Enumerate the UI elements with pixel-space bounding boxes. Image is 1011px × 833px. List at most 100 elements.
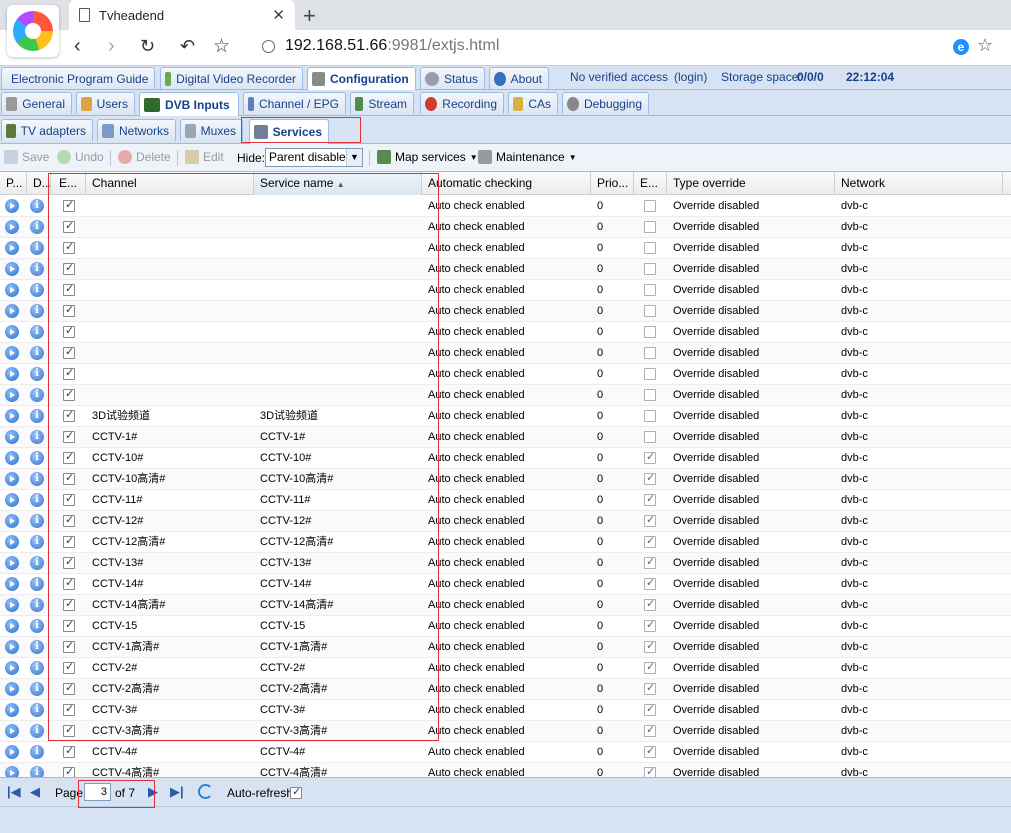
undo-close-icon[interactable]: ↶ — [180, 36, 195, 57]
col-type-override[interactable]: Type override — [667, 172, 835, 195]
enabled-checkbox[interactable] — [63, 408, 75, 422]
table-row[interactable]: i CCTV-15 CCTV-15 Auto check enabled 0 Overri… — [0, 616, 1011, 637]
table-row[interactable]: i CCTV-14高清# CCTV-14高清# Auto check enabled 0… — [0, 595, 1011, 616]
details-info-icon[interactable]: i — [30, 262, 44, 276]
details-info-icon[interactable]: i — [30, 199, 44, 213]
enabled-checkbox[interactable] — [63, 324, 75, 338]
details-info-icon[interactable]: i — [30, 535, 44, 549]
play-icon[interactable] — [5, 283, 19, 297]
col-details[interactable]: D... — [27, 172, 51, 195]
encrypted-checkbox[interactable] — [644, 431, 656, 443]
encrypted-checkbox[interactable] — [644, 660, 656, 674]
play-icon[interactable] — [5, 556, 19, 570]
play-icon[interactable] — [5, 598, 19, 612]
details-info-icon[interactable]: i — [30, 409, 44, 423]
play-icon[interactable] — [5, 745, 19, 759]
table-row[interactable]: i CCTV-14# CCTV-14# Auto check enabled 0 Over… — [0, 574, 1011, 595]
encrypted-checkbox[interactable] — [644, 492, 656, 506]
chevron-down-icon[interactable]: ▼ — [346, 149, 362, 166]
table-row[interactable]: i Auto check enabled 0 Override disabled dvb… — [0, 280, 1011, 301]
enabled-checkbox[interactable] — [63, 366, 75, 380]
encrypted-checkbox[interactable] — [644, 618, 656, 632]
play-icon[interactable] — [5, 472, 19, 486]
tab-recording[interactable]: Recording — [420, 92, 504, 114]
table-row[interactable]: i CCTV-3高清# CCTV-3高清# Auto check enabled 0 Ov… — [0, 721, 1011, 742]
tab-status[interactable]: Status — [420, 67, 485, 89]
col-service-name[interactable]: Service name ▲ — [254, 172, 422, 195]
close-tab-icon[interactable]: ✕ — [272, 6, 285, 24]
enabled-checkbox[interactable] — [63, 639, 75, 653]
encrypted-checkbox[interactable] — [644, 555, 656, 569]
tab-configuration[interactable]: Configuration — [307, 67, 416, 90]
table-row[interactable]: i CCTV-1高清# CCTV-1高清# Auto check enabled 0 Ov… — [0, 637, 1011, 658]
browser-tab[interactable]: Tvheadend ✕ — [69, 0, 295, 30]
details-info-icon[interactable]: i — [30, 556, 44, 570]
enabled-checkbox[interactable] — [63, 387, 75, 401]
details-info-icon[interactable]: i — [30, 745, 44, 759]
enabled-checkbox[interactable] — [63, 723, 75, 737]
enabled-checkbox[interactable] — [63, 702, 75, 716]
col-enabled[interactable]: E... — [51, 172, 86, 195]
col-priority[interactable]: Prio... — [591, 172, 634, 195]
table-row[interactable]: i CCTV-12高清# CCTV-12高清# Auto check enabled 0… — [0, 532, 1011, 553]
play-icon[interactable] — [5, 367, 19, 381]
enabled-checkbox[interactable] — [63, 765, 75, 777]
enabled-checkbox[interactable] — [63, 282, 75, 296]
auto-refresh-checkbox[interactable] — [290, 785, 302, 799]
enabled-checkbox[interactable] — [63, 219, 75, 233]
url-field[interactable]: 192.168.51.66:9981/extjs.html — [262, 37, 499, 55]
play-icon[interactable] — [5, 724, 19, 738]
play-icon[interactable] — [5, 640, 19, 654]
details-info-icon[interactable]: i — [30, 598, 44, 612]
encrypted-checkbox[interactable] — [644, 744, 656, 758]
col-play[interactable]: P... — [0, 172, 27, 195]
encrypted-checkbox[interactable] — [644, 513, 656, 527]
details-info-icon[interactable]: i — [30, 682, 44, 696]
details-info-icon[interactable]: i — [30, 388, 44, 402]
details-info-icon[interactable]: i — [30, 493, 44, 507]
delete-button[interactable]: Delete — [118, 150, 171, 164]
tab-users[interactable]: Users — [76, 92, 135, 114]
details-info-icon[interactable]: i — [30, 241, 44, 255]
details-info-icon[interactable]: i — [30, 577, 44, 591]
encrypted-checkbox[interactable] — [644, 305, 656, 317]
table-row[interactable]: i CCTV-12# CCTV-12# Auto check enabled 0 Over… — [0, 511, 1011, 532]
details-info-icon[interactable]: i — [30, 346, 44, 360]
details-info-icon[interactable]: i — [30, 304, 44, 318]
tab-cas[interactable]: CAs — [508, 92, 558, 114]
tab-networks[interactable]: Networks — [97, 119, 176, 141]
table-row[interactable]: i Auto check enabled 0 Override disabled dvb… — [0, 196, 1011, 217]
ie-mode-icon[interactable]: e — [953, 39, 969, 55]
play-icon[interactable] — [5, 535, 19, 549]
encrypted-checkbox[interactable] — [644, 534, 656, 548]
col-network[interactable]: Network — [835, 172, 1003, 195]
encrypted-checkbox[interactable] — [644, 681, 656, 695]
table-row[interactable]: i CCTV-10# CCTV-10# Auto check enabled 0 Over… — [0, 448, 1011, 469]
encrypted-checkbox[interactable] — [644, 221, 656, 233]
bookmark-star-icon[interactable]: ☆ — [977, 35, 993, 56]
back-icon[interactable]: ‹ — [74, 35, 81, 58]
encrypted-checkbox[interactable] — [644, 263, 656, 275]
enabled-checkbox[interactable] — [63, 450, 75, 464]
details-info-icon[interactable]: i — [30, 430, 44, 444]
maintenance-button[interactable]: Maintenance ▼ — [478, 150, 577, 164]
tab-debugging[interactable]: Debugging — [562, 92, 649, 114]
encrypted-checkbox[interactable] — [644, 326, 656, 338]
favorites-icon[interactable]: ☆ — [213, 35, 230, 58]
details-info-icon[interactable]: i — [30, 766, 44, 777]
first-page-icon[interactable]: |◀ — [7, 784, 21, 800]
enabled-checkbox[interactable] — [63, 744, 75, 758]
play-icon[interactable] — [5, 262, 19, 276]
table-row[interactable]: i Auto check enabled 0 Override disabled dvb… — [0, 301, 1011, 322]
details-info-icon[interactable]: i — [30, 472, 44, 486]
encrypted-checkbox[interactable] — [644, 410, 656, 422]
encrypted-checkbox[interactable] — [644, 284, 656, 296]
table-row[interactable]: i CCTV-3# CCTV-3# Auto check enabled 0 Overri… — [0, 700, 1011, 721]
enabled-checkbox[interactable] — [63, 513, 75, 527]
col-auto-check[interactable]: Automatic checking — [422, 172, 591, 195]
tab-general[interactable]: General — [1, 92, 72, 114]
play-icon[interactable] — [5, 577, 19, 591]
encrypted-checkbox[interactable] — [644, 450, 656, 464]
table-row[interactable]: i CCTV-13# CCTV-13# Auto check enabled 0 Over… — [0, 553, 1011, 574]
next-page-icon[interactable]: ▶ — [148, 784, 158, 800]
